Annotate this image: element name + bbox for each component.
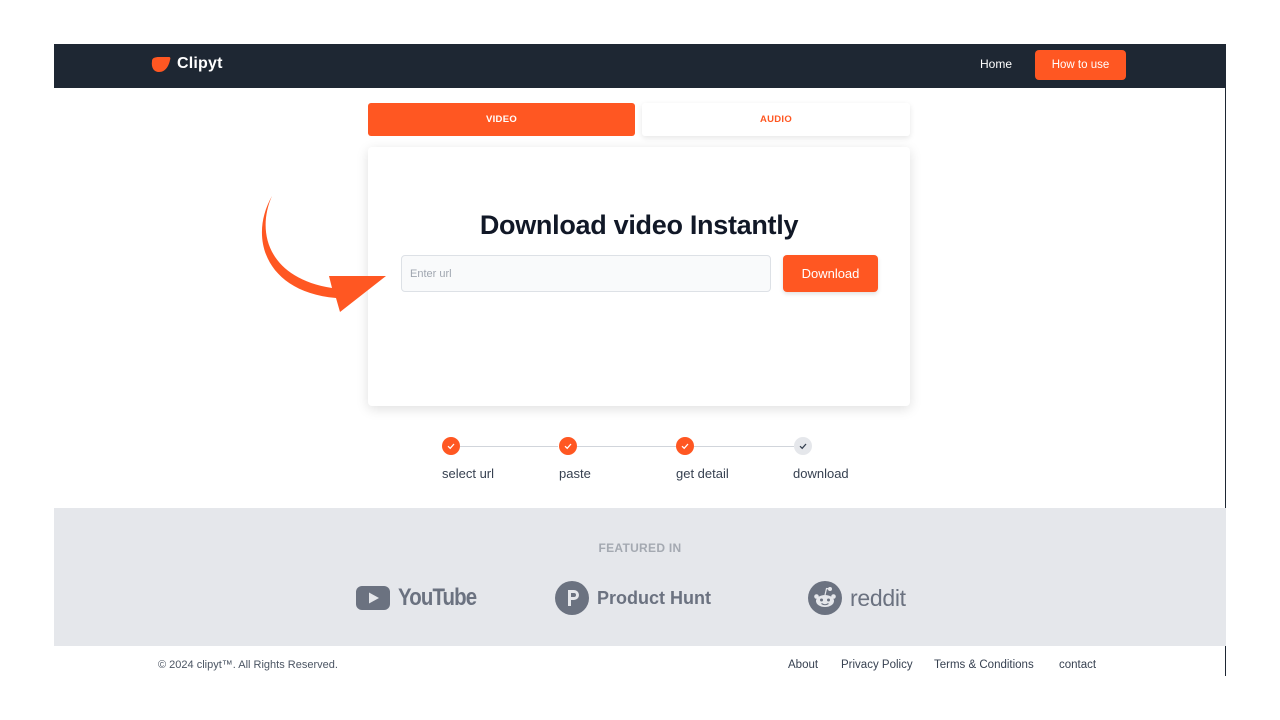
step-connector [460, 446, 558, 447]
brand-name: Clipyt [177, 55, 223, 72]
step-label-get-detail: get detail [676, 466, 729, 481]
brand-youtube[interactable]: YouTube [356, 584, 490, 612]
step-3-check-icon [676, 437, 694, 455]
brand-product-hunt[interactable]: Product Hunt [555, 581, 711, 615]
top-navigation-bar: Clipyt Home How to use [54, 44, 1226, 88]
brand-reddit[interactable]: reddit [808, 581, 906, 615]
step-label-paste: paste [559, 466, 591, 481]
tab-video[interactable]: VIDEO [368, 103, 635, 136]
footer-link-about[interactable]: About [788, 659, 818, 671]
step-connector [694, 446, 794, 447]
footer-link-terms[interactable]: Terms & Conditions [934, 659, 1034, 671]
clipyt-logo-icon [151, 56, 171, 72]
featured-title: FEATURED IN [598, 541, 682, 555]
featured-in-section: FEATURED IN YouTube Product Hunt reddit [54, 508, 1226, 646]
youtube-icon [356, 586, 390, 610]
tab-audio[interactable]: AUDIO [642, 103, 910, 136]
brand-reddit-label: reddit [850, 584, 906, 611]
brand-youtube-label: YouTube [398, 584, 477, 611]
nav-home-link[interactable]: Home [980, 57, 1012, 71]
site-logo[interactable]: Clipyt [150, 55, 223, 73]
step-1-check-icon [442, 437, 460, 455]
footer-link-contact[interactable]: contact [1059, 659, 1096, 671]
card-title: Download video Instantly [479, 210, 799, 240]
brand-product-hunt-label: Product Hunt [597, 587, 711, 608]
step-2-check-icon [559, 437, 577, 455]
step-4-check-icon [794, 437, 812, 455]
curved-arrow-icon [261, 196, 386, 312]
footer-link-privacy-policy[interactable]: Privacy Policy [841, 659, 913, 671]
copyright-text: © 2024 clipyt™. All Rights Reserved. [158, 659, 338, 671]
url-input[interactable] [401, 255, 771, 292]
step-label-select-url: select url [442, 466, 495, 481]
reddit-icon [808, 581, 842, 615]
download-button[interactable]: Download [783, 255, 878, 292]
step-connector [577, 446, 676, 447]
step-label-download: download [793, 466, 849, 481]
download-card: Download video Instantly Download [368, 147, 910, 406]
product-hunt-icon [555, 581, 589, 615]
how-to-use-button[interactable]: How to use [1035, 50, 1126, 80]
